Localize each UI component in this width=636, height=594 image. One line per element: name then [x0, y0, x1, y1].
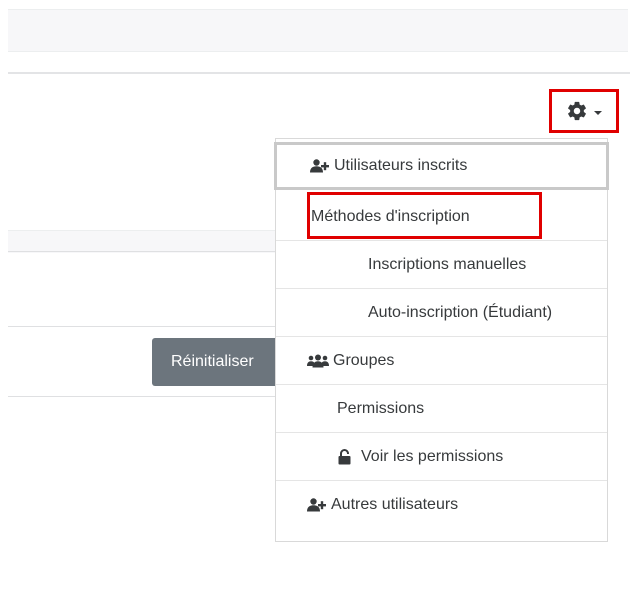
user-plus-icon [307, 498, 327, 512]
menu-item-manual-enrolments[interactable]: Inscriptions manuelles [276, 241, 607, 289]
menu-item-label: Auto-inscription (Étudiant) [368, 303, 553, 321]
menu-item-groups[interactable]: Groupes [276, 337, 607, 385]
course-settings-menu-toggle[interactable] [549, 89, 619, 133]
header-divider [8, 72, 630, 74]
unlock-icon [338, 448, 351, 465]
menu-item-label: Autres utilisateurs [331, 496, 459, 513]
settings-dropdown-menu: Utilisateurs inscrits Méthodes d'inscrip… [274, 138, 609, 542]
top-navigation-bar [8, 9, 628, 52]
content-divider [8, 326, 276, 327]
users-icon [307, 354, 329, 368]
menu-item-label: Groupes [333, 351, 395, 369]
content-divider [8, 251, 276, 252]
menu-item-label: Voir les permissions [361, 447, 504, 465]
menu-item-label: Utilisateurs inscrits [334, 157, 468, 174]
menu-item-enrolment-methods[interactable]: Méthodes d'inscription [276, 193, 607, 241]
reset-button[interactable]: Réinitialiser [152, 338, 282, 386]
menu-item-label: Inscriptions manuelles [368, 255, 527, 273]
menu-item-other-users[interactable]: Autres utilisateurs [276, 481, 607, 529]
user-plus-icon [310, 159, 330, 173]
caret-down-icon [594, 111, 602, 115]
menu-item-permissions[interactable]: Permissions [276, 385, 607, 433]
menu-item-label: Permissions [337, 399, 425, 417]
menu-item-check-permissions[interactable]: Voir les permissions [276, 433, 607, 481]
content-divider [8, 396, 276, 397]
gear-icon [566, 100, 588, 122]
menu-item-enrolled-users[interactable]: Utilisateurs inscrits [274, 142, 609, 190]
content-header-stripe [8, 230, 276, 253]
menu-item-self-enrolment[interactable]: Auto-inscription (Étudiant) [276, 289, 607, 337]
menu-item-label: Méthodes d'inscription [311, 207, 470, 225]
